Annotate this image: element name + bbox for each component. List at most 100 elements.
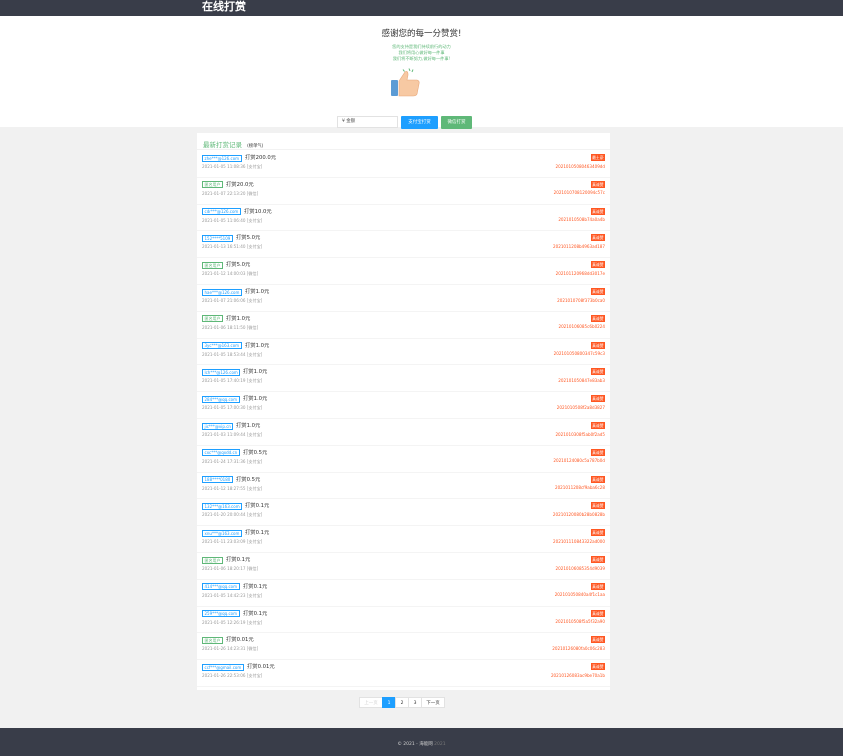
order-number: 202101050847e83ab3: [558, 377, 605, 383]
pager-page-3[interactable]: 3: [408, 697, 422, 708]
status-badge: 真诚赞: [590, 663, 605, 671]
table-row: hae***@126.com 打赏1.0元 2021-01-07 21:06:06 …: [197, 285, 610, 312]
top-bar: 在线打赏: [0, 0, 843, 16]
donor-tag: cdr***@126.com: [202, 208, 241, 216]
donor-tag: cxc***@qxdd.cn: [202, 449, 240, 457]
donation-amount: 打赏0.1元: [245, 530, 270, 537]
donation-meta: 2021-01-05 11:06:40 [支付宝]: [202, 218, 262, 224]
donation-amount: 打赏1.0元: [236, 423, 261, 429]
donate-panel: 感谢您的每一分赞赏! 您的支持是我们持续前行的动力 我们将用心做好每一件事 我们…: [0, 16, 843, 129]
donor-tag: ccf***@gmail.com: [202, 663, 244, 671]
donor-tag: 188****0180: [202, 476, 233, 484]
payment-method: [支付宝]: [246, 244, 263, 250]
donate-description: 您的支持是我们持续前行的动力 我们将用心做好每一件事 我们将不断努力,做好每一件…: [0, 44, 843, 62]
pager-prev[interactable]: 上一页: [359, 697, 383, 708]
order-number: 2021011208b4963ad187: [553, 243, 605, 249]
donor-tag: jic***@vip.cn: [202, 422, 234, 430]
payment-method: [支付宝]: [246, 298, 263, 303]
donation-meta: 2021-01-11 23:03:09 [支付宝]: [202, 539, 262, 545]
payment-method: [微信]: [246, 646, 259, 652]
donation-meta: 2021-01-05 12:26:19 [支付宝]: [202, 620, 262, 626]
donation-amount: 打赏0.1元: [245, 503, 270, 510]
order-number: 20210106085c6b0224: [558, 324, 605, 330]
donor-tag: 匿名用户: [202, 556, 223, 564]
donor-tag: 259***@qq.com: [202, 610, 240, 618]
payment-method: [支付宝]: [246, 485, 263, 491]
wechat-donate-button[interactable]: 微信打赏: [441, 116, 472, 129]
donor-tag: 3yc***@163.com: [202, 342, 242, 350]
donation-meta: 2021-01-12 18:27:55 [支付宝]: [202, 486, 262, 492]
donation-time: 2021-01-07 21:06:06: [202, 298, 246, 303]
table-row: 152****5109 打赏5.0元 2021-01-13 16:51:40 [支付…: [197, 231, 610, 259]
donation-amount: 打赏0.5元: [236, 476, 261, 483]
status-badge: 真诚赞: [590, 207, 605, 215]
donation-time: 2021-01-05 11:08:36: [202, 164, 246, 169]
table-row: cxc***@qxdd.cn 打赏0.5元 2021-01-24 17:31:36 …: [197, 446, 610, 473]
copyright-text: © 2021 - 海能网: [397, 742, 433, 747]
table-row: ccf***@gmail.com 打赏0.01元 2021-01-26 22:53:…: [197, 660, 610, 687]
status-badge: 真诚赞: [590, 341, 605, 349]
status-badge: 真诚赞: [590, 314, 605, 322]
site-brand[interactable]: 在线打赏: [202, 0, 246, 16]
footer-copyright: © 2021 - 海能网 2021: [0, 741, 843, 747]
status-badge: 真诚赞: [590, 261, 605, 269]
donation-amount: 打赏0.01元: [247, 664, 275, 671]
alipay-donate-button[interactable]: 支付宝打赏: [401, 116, 438, 129]
donation-amount: 打赏5.0元: [236, 235, 261, 242]
order-number: 20210105080463409dd: [555, 163, 605, 169]
order-number: 20210120080b28b0828b: [552, 511, 605, 517]
donation-time: 2021-01-11 23:03:09: [202, 539, 246, 545]
payment-method: [支付宝]: [246, 512, 263, 518]
donation-time: 2021-01-07 22:13:20: [202, 190, 246, 196]
payment-method: [微信]: [246, 324, 259, 330]
order-number: 2021011208cf9aba6c28: [554, 485, 605, 491]
table-row: 匿名用户 打赏1.0元 2021-01-06 18:11:50 [微信] 真诚赞 202…: [197, 312, 610, 339]
payment-method: [支付宝]: [246, 351, 263, 357]
amount-input[interactable]: ¥ 金额: [337, 116, 398, 128]
table-row: 3yc***@163.com 打赏1.0元 2021-01-05 18:53:44 …: [197, 339, 610, 366]
status-badge: 真诚赞: [590, 475, 605, 483]
payment-method: [支付宝]: [246, 378, 263, 384]
order-number: 2021010708f373b0ca0: [557, 297, 605, 303]
payment-method: [支付宝]: [246, 405, 263, 411]
donation-meta: 2021-01-26 14:23:31 [微信]: [202, 646, 258, 652]
order-number: 20210126083ac9be70a1b: [550, 672, 605, 678]
status-badge: 真诚赞: [590, 288, 605, 295]
donation-meta: 2021-01-05 17:40:19 [支付宝]: [202, 378, 262, 384]
order-number: 20210106085354d9039: [555, 565, 605, 571]
donation-amount: 打赏0.5元: [243, 449, 268, 456]
status-badge: 真诚赞: [590, 556, 605, 563]
order-number: 20210126080fa0c06c283: [552, 645, 605, 651]
donation-time: 2021-01-05 11:06:40: [202, 217, 246, 223]
order-number: 20210124080c5a787b0d: [553, 458, 605, 464]
donation-meta: 2021-01-07 21:06:06 [支付宝]: [202, 298, 262, 304]
donation-amount: 打赏0.1元: [243, 610, 268, 617]
donation-meta: 2021-01-03 11:09:44 [支付宝]: [202, 432, 262, 438]
pager-page-1[interactable]: 1: [382, 697, 396, 708]
payment-method: [支付宝]: [246, 458, 263, 464]
donation-meta: 2021-01-20 20:00:44 [支付宝]: [202, 512, 262, 518]
records-header: 最新打赏记录 (榜单气): [197, 133, 610, 150]
donation-meta: 2021-01-06 18:20:17 [微信]: [202, 566, 258, 572]
donor-tag: lch***@126.com: [202, 368, 241, 376]
donation-time: 2021-01-05 12:26:19: [202, 619, 246, 625]
donation-meta: 2021-01-07 22:13:20 [微信]: [202, 191, 258, 197]
records-title: 最新打赏记录: [203, 141, 242, 149]
order-number: 2021010308f5ab0f2ad5: [555, 431, 605, 437]
donation-meta: 2021-01-13 16:51:40 [支付宝]: [202, 244, 262, 250]
donation-amount: 打赏0.1元: [226, 557, 251, 563]
donation-amount: 打赏1.0元: [245, 289, 270, 295]
status-badge: 真诚赞: [590, 395, 605, 403]
footer: © 2021 - 海能网 2021: [0, 728, 843, 756]
order-number: 2021010508f5a5f32a90: [555, 619, 605, 625]
donation-meta: 2021-01-05 14:42:23 [支付宝]: [202, 593, 262, 599]
order-number: 2021010708120094c57c: [553, 190, 605, 196]
donation-time: 2021-01-05 18:53:44: [202, 351, 246, 357]
table-row: 284***@qq.com 打赏1.0元 2021-01-05 17:00:30 […: [197, 392, 610, 419]
status-badge: 最土豪: [590, 154, 605, 161]
pager-next[interactable]: 下一页: [421, 697, 445, 708]
status-badge: 真诚赞: [590, 422, 605, 429]
table-row: 414***@qq.com 打赏0.1元 2021-01-05 14:42:23 […: [197, 580, 610, 607]
status-badge: 真诚赞: [590, 529, 605, 537]
pager-page-2[interactable]: 2: [395, 697, 409, 708]
